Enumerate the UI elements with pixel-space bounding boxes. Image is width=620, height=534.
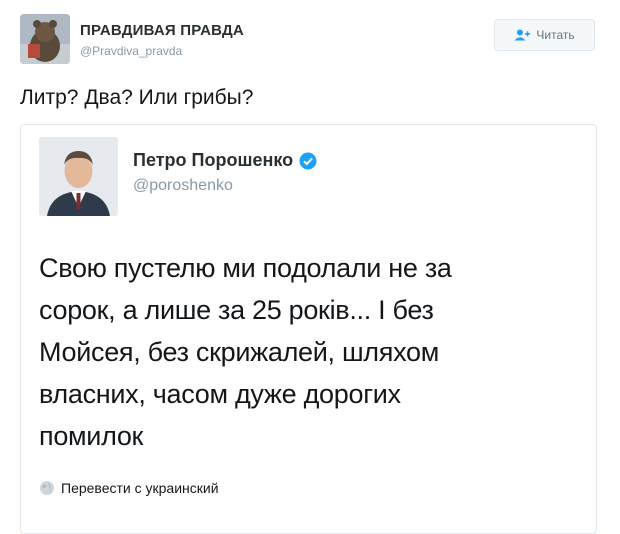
- quoted-text-line: Свою пустелю ми подолали не за: [39, 253, 452, 283]
- author-display-name[interactable]: ПРАВДИВАЯ ПРАВДА: [80, 22, 244, 39]
- portrait-avatar-icon: [39, 137, 118, 216]
- quoted-text-line: власних, часом дуже дорогих: [39, 379, 401, 409]
- quoted-text-line: Мойсея, без скрижалей, шляхом: [39, 337, 439, 367]
- verified-badge-icon: [299, 152, 317, 169]
- follow-button-label: Читать: [536, 28, 575, 42]
- quoted-handle[interactable]: @poroshenko: [133, 177, 233, 195]
- translate-link[interactable]: Перевести с украинский: [39, 480, 219, 496]
- quoted-display-name[interactable]: Петро Порошенко: [133, 150, 293, 171]
- globe-icon: [40, 481, 54, 495]
- avatar[interactable]: [20, 14, 70, 64]
- quoted-text-line: помилок: [39, 421, 144, 451]
- quoted-text-line: сорок, а лише за 25 років... І без: [39, 295, 434, 325]
- tweet-text: Литр? Два? Или грибы?: [20, 86, 254, 109]
- add-user-icon: [514, 29, 531, 41]
- quoted-tweet-card[interactable]: Петро Порошенко @poroshenko Свою пустелю…: [20, 124, 597, 534]
- quoted-tweet-text: Свою пустелю ми подолали не за сорок, а …: [39, 247, 579, 457]
- quoted-avatar[interactable]: [39, 137, 118, 216]
- translate-label: Перевести с украинский: [61, 480, 219, 496]
- author-handle[interactable]: @Pravdiva_pravda: [80, 44, 182, 58]
- follow-button[interactable]: Читать: [494, 19, 595, 51]
- bear-avatar-icon: [20, 14, 70, 64]
